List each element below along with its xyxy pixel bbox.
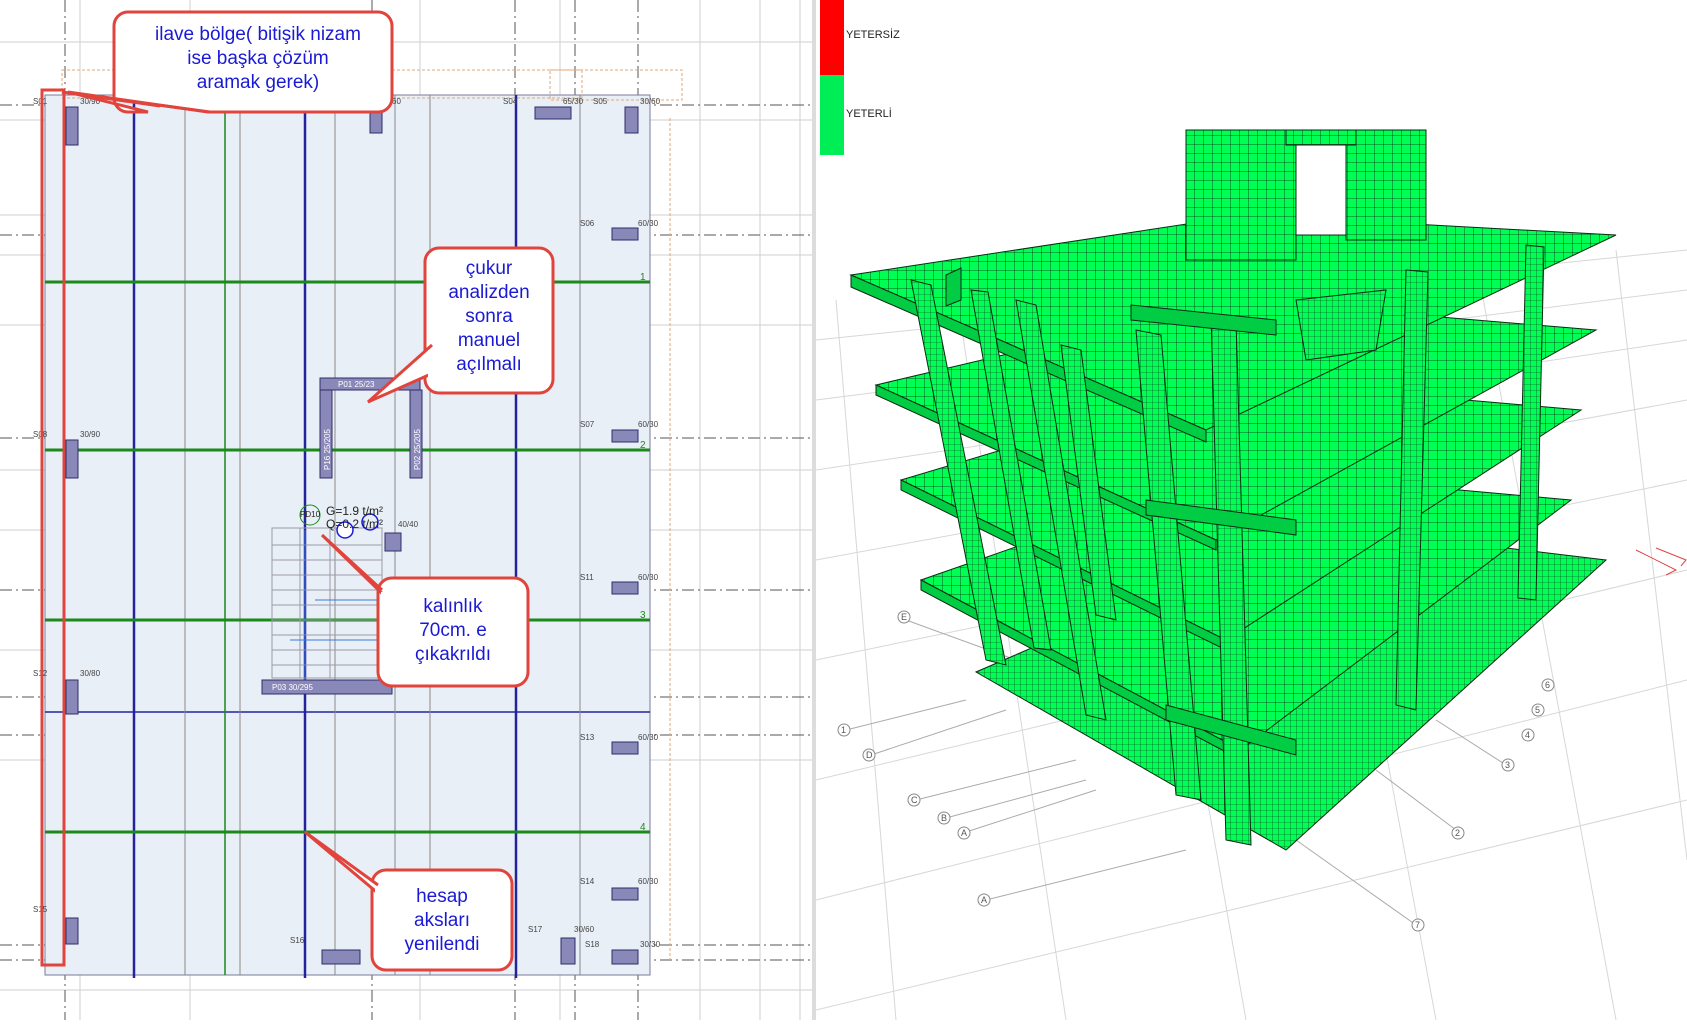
svg-text:PD10: PD10 <box>300 510 321 519</box>
svg-text:30/90: 30/90 <box>80 430 101 439</box>
svg-text:30/60: 30/60 <box>640 97 661 106</box>
svg-text:S17: S17 <box>528 925 543 934</box>
column-s07 <box>611 429 639 443</box>
column-s12 <box>65 679 79 715</box>
svg-text:A: A <box>981 895 987 905</box>
svg-text:ilave bölge( bitişik nizam: ilave bölge( bitişik nizam <box>155 24 361 45</box>
column-s17 <box>560 937 576 965</box>
column-s01 <box>65 106 79 146</box>
svg-text:7: 7 <box>1415 920 1420 930</box>
svg-text:60/30: 60/30 <box>638 877 659 886</box>
axis-number-2: 2 <box>640 440 646 451</box>
svg-text:P01 25/23: P01 25/23 <box>338 380 375 389</box>
column-s08 <box>65 439 79 479</box>
svg-text:S15: S15 <box>33 905 48 914</box>
floor-plan-view[interactable]: 1 2 3 4 S01 30/90 60 S04 65/30 S05 30/60… <box>0 0 812 1020</box>
svg-text:Q=0.2 t/m²: Q=0.2 t/m² <box>326 517 383 531</box>
svg-text:60/30: 60/30 <box>638 733 659 742</box>
svg-text:E: E <box>901 612 907 622</box>
svg-text:A: A <box>961 828 967 838</box>
svg-text:S07: S07 <box>580 420 595 429</box>
axis-triad <box>1635 547 1687 576</box>
svg-text:P03 30/295: P03 30/295 <box>272 683 313 692</box>
svg-text:30/30: 30/30 <box>640 940 661 949</box>
column-s13 <box>611 741 639 755</box>
column-40-40 <box>384 532 402 552</box>
svg-text:yenilendi: yenilendi <box>405 934 480 955</box>
svg-text:G=1.9 t/m²: G=1.9 t/m² <box>326 504 383 518</box>
svg-text:D: D <box>866 750 873 760</box>
svg-text:2: 2 <box>1455 828 1460 838</box>
svg-text:60/30: 60/30 <box>638 219 659 228</box>
svg-text:S14: S14 <box>580 877 595 886</box>
svg-text:çıkakrıldı: çıkakrıldı <box>415 644 491 665</box>
svg-text:P02 25/205: P02 25/205 <box>413 429 422 470</box>
svg-text:S13: S13 <box>580 733 595 742</box>
column-s06 <box>611 227 639 241</box>
axis-number-3: 3 <box>640 610 646 621</box>
svg-text:S08: S08 <box>33 430 48 439</box>
svg-text:S18: S18 <box>585 940 600 949</box>
model-canvas[interactable]: E 1 D C B A A 7 2 3 4 5 6 <box>816 0 1687 1020</box>
svg-text:S11: S11 <box>580 573 594 582</box>
svg-text:1: 1 <box>841 725 846 735</box>
svg-text:5: 5 <box>1535 705 1540 715</box>
svg-text:S05: S05 <box>593 97 608 106</box>
svg-text:30/60: 30/60 <box>574 925 595 934</box>
svg-text:hesap: hesap <box>416 886 468 907</box>
svg-text:S04: S04 <box>503 97 518 106</box>
column-s15 <box>65 917 79 945</box>
column-s11 <box>611 581 639 595</box>
svg-text:açılmalı: açılmalı <box>456 354 521 375</box>
column-s18 <box>611 949 639 965</box>
column-s14 <box>611 887 639 901</box>
svg-text:3: 3 <box>1505 760 1510 770</box>
svg-text:P16 25/205: P16 25/205 <box>323 429 332 470</box>
svg-text:60/30: 60/30 <box>638 573 659 582</box>
column-s04 <box>534 106 572 120</box>
axis-number-4: 4 <box>640 822 646 833</box>
svg-text:S16: S16 <box>290 936 305 945</box>
column-s16 <box>321 949 361 965</box>
svg-text:manuel: manuel <box>458 330 520 351</box>
svg-text:aramak gerek): aramak gerek) <box>197 72 320 93</box>
svg-text:30/80: 30/80 <box>80 669 101 678</box>
svg-text:65/30: 65/30 <box>563 97 584 106</box>
3d-model-view[interactable]: YETERSİZ YETERLİ E 1 D C B A A 7 2 3 4 5… <box>816 0 1687 1020</box>
svg-text:çukur: çukur <box>466 258 513 279</box>
svg-text:ise başka çözüm: ise başka çözüm <box>187 48 329 69</box>
callout-ilave[interactable]: ilave bölge( bitişik nizam ise başka çöz… <box>61 10 394 114</box>
svg-text:analizden: analizden <box>448 282 529 303</box>
svg-text:C: C <box>911 795 918 805</box>
svg-text:S06: S06 <box>580 219 595 228</box>
axis-number-1: 1 <box>640 272 646 283</box>
svg-text:6: 6 <box>1545 680 1550 690</box>
svg-text:aksları: aksları <box>414 910 470 931</box>
floor-plan-canvas[interactable]: 1 2 3 4 S01 30/90 60 S04 65/30 S05 30/60… <box>0 0 812 1020</box>
svg-text:70cm. e: 70cm. e <box>419 620 487 641</box>
svg-text:S12: S12 <box>33 669 48 678</box>
svg-text:B: B <box>941 813 947 823</box>
svg-text:4: 4 <box>1525 730 1530 740</box>
svg-text:kalınlık: kalınlık <box>423 596 483 617</box>
col-label-s01: S01 <box>33 97 48 106</box>
svg-text:60/30: 60/30 <box>638 420 659 429</box>
svg-text:40/40: 40/40 <box>398 520 419 529</box>
svg-text:sonra: sonra <box>465 306 513 327</box>
column-s05 <box>624 106 639 134</box>
